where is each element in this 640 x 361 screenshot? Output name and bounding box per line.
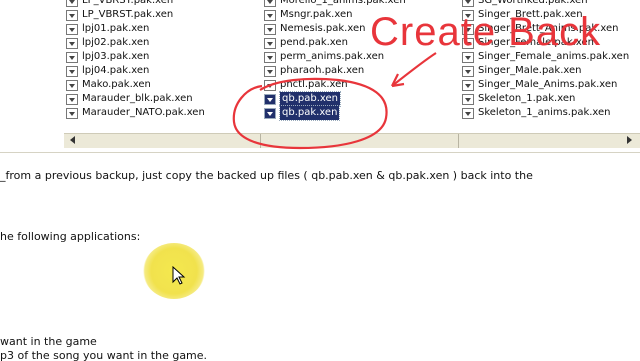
instruction-line: want in the game: [0, 335, 97, 348]
instruction-line: he following applications:: [0, 230, 141, 243]
instructions-pane: _from a previous backup, just copy the b…: [0, 152, 640, 361]
annotation-text: Create Back: [370, 10, 602, 54]
mouse-cursor-icon: [172, 266, 186, 285]
file-browser-pane: LP_VBRST.pak.xen LP_VBRST.pak.xen lpj01.…: [0, 0, 640, 152]
instruction-line: p3 of the song you want in the game.: [0, 349, 208, 361]
instruction-line: _from a previous backup, just copy the b…: [0, 169, 533, 182]
